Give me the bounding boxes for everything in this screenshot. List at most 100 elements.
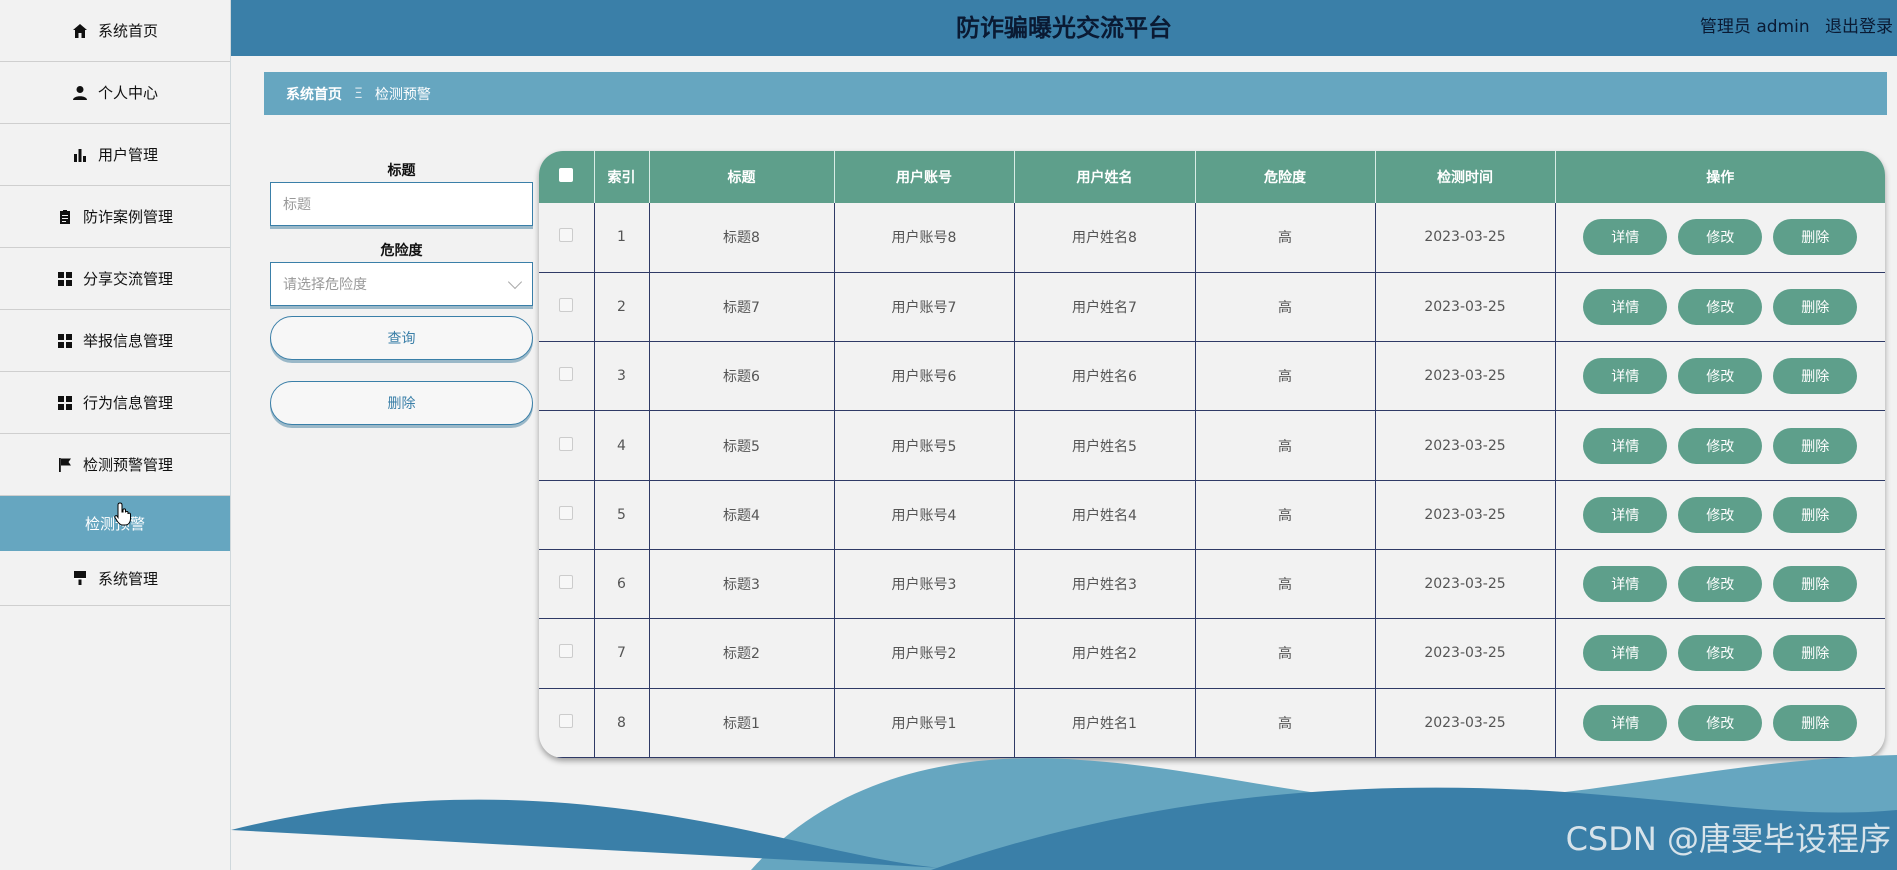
delete-button[interactable]: 删除 bbox=[1773, 496, 1858, 533]
app-title: 防诈骗曝光交流平台 bbox=[956, 14, 1172, 42]
detail-button[interactable]: 详情 bbox=[1583, 704, 1668, 741]
row-checkbox[interactable] bbox=[559, 505, 574, 520]
edit-button[interactable]: 修改 bbox=[1678, 635, 1763, 672]
detail-button[interactable]: 详情 bbox=[1583, 427, 1668, 464]
sidebar-item-reports[interactable]: 举报信息管理 bbox=[0, 310, 230, 372]
cell-name: 用户姓名8 bbox=[1014, 203, 1196, 273]
flag-icon bbox=[57, 457, 73, 473]
row-checkbox[interactable] bbox=[559, 436, 574, 451]
breadcrumb-separator: Ξ bbox=[354, 85, 363, 102]
cell-name: 用户姓名3 bbox=[1014, 549, 1196, 620]
sidebar-item-fraud-cases[interactable]: 防诈案例管理 bbox=[0, 186, 230, 248]
sidebar-item-warning-mgmt[interactable]: 检测预警管理 bbox=[0, 434, 230, 496]
header-account: 用户账号 bbox=[834, 151, 1015, 203]
title-label: 标题 bbox=[387, 163, 416, 179]
edit-button[interactable]: 修改 bbox=[1678, 288, 1763, 325]
cell-time: 2023-03-25 bbox=[1375, 410, 1556, 481]
risk-select-placeholder: 请选择危险度 bbox=[283, 277, 367, 293]
sidebar-item-label: 检测预警管理 bbox=[82, 456, 173, 474]
table-row: 1 标题8 用户账号8 用户姓名8 高 2023-03-25 详情 修改 删除 bbox=[539, 203, 1885, 273]
sidebar-item-share[interactable]: 分享交流管理 bbox=[0, 248, 230, 310]
edit-button[interactable]: 修改 bbox=[1678, 427, 1763, 464]
delete-button[interactable]: 删除 bbox=[1773, 635, 1858, 672]
delete-button[interactable]: 删除 bbox=[1773, 704, 1858, 741]
detail-button[interactable]: 详情 bbox=[1583, 219, 1668, 256]
table-row: 5 标题4 用户账号4 用户姓名4 高 2023-03-25 详情 修改 删除 bbox=[539, 480, 1886, 550]
cell-risk: 高 bbox=[1195, 272, 1376, 343]
row-checkbox[interactable] bbox=[559, 228, 574, 243]
cell-actions: 详情 修改 删除 bbox=[1555, 203, 1885, 273]
cell-title: 标题4 bbox=[649, 480, 835, 550]
cell-risk: 高 bbox=[1195, 341, 1376, 412]
breadcrumb-home[interactable]: 系统首页 bbox=[286, 84, 342, 104]
delete-button[interactable]: 删除 bbox=[1773, 566, 1858, 603]
cell-name: 用户姓名2 bbox=[1014, 618, 1196, 689]
cell-title: 标题6 bbox=[649, 341, 835, 412]
bar-chart-icon bbox=[72, 147, 88, 163]
cell-title: 标题8 bbox=[649, 203, 835, 273]
cell-actions: 详情 修改 删除 bbox=[1555, 410, 1885, 481]
header-name: 用户姓名 bbox=[1014, 151, 1196, 203]
row-actions: 详情 修改 删除 bbox=[1556, 358, 1886, 395]
risk-select[interactable]: 请选择危险度 bbox=[270, 262, 533, 306]
cell-index: 3 bbox=[594, 341, 650, 412]
table-header-row: 索引 标题 用户账号 用户姓名 危险度 检测时间 操作 bbox=[539, 151, 1885, 203]
query-button[interactable]: 查询 bbox=[270, 316, 533, 360]
delete-button[interactable]: 删除 bbox=[1773, 358, 1858, 395]
delete-button[interactable]: 删除 bbox=[1773, 427, 1858, 464]
row-actions: 详情 修改 删除 bbox=[1556, 496, 1886, 533]
row-actions: 详情 修改 删除 bbox=[1556, 704, 1886, 741]
logout-link[interactable]: 退出登录 bbox=[1825, 17, 1893, 37]
row-checkbox[interactable] bbox=[559, 713, 574, 728]
clipboard-icon bbox=[57, 209, 73, 225]
cell-index: 7 bbox=[594, 618, 650, 689]
sidebar-item-users[interactable]: 用户管理 bbox=[0, 124, 230, 186]
sidebar-item-system[interactable]: 系统管理 bbox=[0, 551, 230, 606]
watermark-text: CSDN @唐雯毕设程序 bbox=[1565, 820, 1891, 858]
row-checkbox[interactable] bbox=[559, 367, 574, 382]
grid-icon bbox=[57, 333, 73, 349]
detail-button[interactable]: 详情 bbox=[1583, 358, 1668, 395]
detail-button[interactable]: 详情 bbox=[1583, 288, 1668, 325]
delete-button[interactable]: 删除 bbox=[1773, 219, 1858, 256]
sidebar-item-label: 防诈案例管理 bbox=[82, 208, 173, 226]
cell-actions: 详情 修改 删除 bbox=[1555, 341, 1886, 412]
cell-actions: 详情 修改 删除 bbox=[1555, 272, 1885, 343]
edit-button[interactable]: 修改 bbox=[1678, 358, 1763, 395]
sidebar-item-home[interactable]: 系统首页 bbox=[0, 0, 230, 62]
grid-icon bbox=[57, 395, 73, 411]
row-checkbox-cell bbox=[539, 410, 595, 481]
row-checkbox[interactable] bbox=[559, 297, 574, 312]
edit-button[interactable]: 修改 bbox=[1678, 219, 1763, 256]
sidebar-item-label: 举报信息管理 bbox=[82, 332, 173, 350]
cell-account: 用户账号7 bbox=[834, 272, 1015, 343]
cell-risk: 高 bbox=[1195, 549, 1376, 620]
cell-time: 2023-03-25 bbox=[1375, 272, 1556, 343]
edit-button[interactable]: 修改 bbox=[1678, 704, 1763, 741]
title-input[interactable]: 标题 bbox=[270, 182, 533, 226]
detail-button[interactable]: 详情 bbox=[1583, 635, 1668, 672]
row-checkbox[interactable] bbox=[559, 575, 574, 590]
detail-button[interactable]: 详情 bbox=[1583, 496, 1668, 533]
table-row: 6 标题3 用户账号3 用户姓名3 高 2023-03-25 详情 修改 删除 bbox=[539, 549, 1885, 620]
edit-button[interactable]: 修改 bbox=[1678, 566, 1763, 603]
edit-button[interactable]: 修改 bbox=[1678, 496, 1763, 533]
sidebar-item-behavior[interactable]: 行为信息管理 bbox=[0, 372, 230, 434]
batch-delete-button[interactable]: 删除 bbox=[270, 381, 533, 425]
cell-risk: 高 bbox=[1195, 410, 1376, 481]
row-checkbox[interactable] bbox=[559, 644, 574, 659]
sidebar-item-profile[interactable]: 个人中心 bbox=[0, 62, 230, 124]
detail-button[interactable]: 详情 bbox=[1583, 566, 1668, 603]
header-title: 标题 bbox=[649, 151, 835, 203]
cell-time: 2023-03-25 bbox=[1375, 549, 1556, 620]
delete-button[interactable]: 删除 bbox=[1773, 288, 1858, 325]
cell-actions: 详情 修改 删除 bbox=[1555, 618, 1885, 689]
cell-account: 用户账号4 bbox=[834, 480, 1015, 550]
cell-index: 5 bbox=[594, 480, 650, 550]
search-panel: 标题 标题 危险度 请选择危险度 查询 删除 bbox=[270, 160, 533, 446]
select-all-checkbox[interactable] bbox=[559, 168, 574, 182]
sidebar-item-label: 分享交流管理 bbox=[82, 270, 173, 288]
header-time: 检测时间 bbox=[1375, 151, 1556, 203]
sidebar: 系统首页 个人中心 用户管理 防诈案例管理 分享交流管理 举报信息管理 行为信息… bbox=[0, 0, 231, 870]
row-checkbox-cell bbox=[539, 480, 595, 550]
